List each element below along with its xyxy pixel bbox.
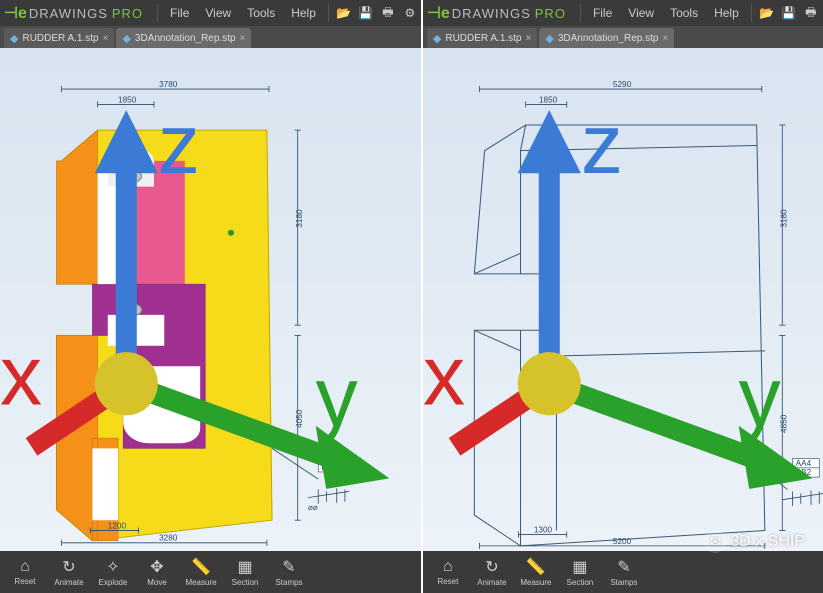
menu-tools[interactable]: Tools [239, 6, 283, 20]
file-icon: ◆ [10, 32, 18, 45]
menu-view[interactable]: View [197, 6, 239, 20]
measure-button[interactable]: 📏Measure [180, 552, 222, 592]
file-icon: ◆ [433, 32, 441, 45]
stamps-button[interactable]: ✎Stamps [603, 552, 645, 592]
home-icon: ⌂ [20, 558, 30, 576]
section-button[interactable]: ▦Section [224, 552, 266, 592]
tab-label: RUDDER A.1.stp [22, 33, 98, 44]
menu-help[interactable]: Help [706, 6, 747, 20]
svg-text:z: z [581, 97, 623, 191]
animate-button[interactable]: ↻Animate [48, 552, 90, 592]
bottom-toolbar: ⌂Reset ↻Animate 📏Measure ▦Section ✎Stamp… [423, 551, 823, 593]
logo-icon: ⊣e [4, 3, 27, 23]
stamps-button[interactable]: ✎Stamps [268, 552, 310, 592]
file-icon: ◆ [545, 32, 553, 45]
stamps-icon: ✎ [282, 557, 295, 577]
separator [580, 4, 581, 22]
viewport-right[interactable]: 1850 5290 3180 4850 1300 5200 AA4 BB2 [423, 48, 823, 551]
axis-triad: z y x [423, 48, 823, 551]
logo-text: DRAWINGS [29, 6, 108, 21]
measure-button[interactable]: 📏Measure [515, 552, 557, 592]
tab-bar: ◆ RUDDER A.1.stp × ◆ 3DAnnotation_Rep.st… [423, 26, 823, 48]
close-icon[interactable]: × [240, 33, 246, 44]
menu-tools[interactable]: Tools [662, 6, 706, 20]
watermark: ✉ 3D x SHIP [704, 531, 805, 553]
tab-3dannotation[interactable]: ◆ 3DAnnotation_Rep.stp × [116, 28, 251, 48]
watermark-text: 3D x SHIP [730, 533, 805, 551]
tab-rudder[interactable]: ◆ RUDDER A.1.stp × [4, 28, 114, 48]
tab-label: RUDDER A.1.stp [445, 33, 521, 44]
animate-icon: ↻ [62, 557, 75, 577]
file-icon: ◆ [122, 32, 130, 45]
print-icon[interactable]: 🖶 [800, 2, 822, 24]
tab-rudder[interactable]: ◆ RUDDER A.1.stp × [427, 28, 537, 48]
move-icon: ✥ [150, 557, 163, 577]
measure-icon: 📏 [526, 557, 546, 577]
viewport-left[interactable]: 1850 3780 3180 4050 1200 3280 AA4 BB2 ⌀⌀ [0, 48, 421, 551]
save-icon[interactable]: 💾 [778, 2, 800, 24]
tab-bar: ◆ RUDDER A.1.stp × ◆ 3DAnnotation_Rep.st… [0, 26, 421, 48]
menu-file[interactable]: File [585, 6, 620, 20]
logo-icon: ⊣e [427, 3, 450, 23]
section-button[interactable]: ▦Section [559, 552, 601, 592]
print-icon[interactable]: 🖶 [377, 2, 399, 24]
close-icon[interactable]: × [662, 33, 668, 44]
wechat-icon: ✉ [704, 531, 726, 553]
explode-icon: ✧ [106, 557, 119, 577]
menu-view[interactable]: View [620, 6, 662, 20]
open-icon[interactable]: 📂 [333, 2, 355, 24]
menu-bar: ⊣e DRAWINGS PRO File View Tools Help 📂 💾… [0, 0, 421, 26]
svg-text:y: y [316, 350, 358, 444]
animate-button[interactable]: ↻Animate [471, 552, 513, 592]
section-icon: ▦ [572, 557, 587, 577]
explode-button[interactable]: ✧Explode [92, 552, 134, 592]
svg-text:z: z [158, 97, 200, 191]
section-icon: ▦ [237, 557, 252, 577]
settings-icon[interactable]: ⚙ [399, 2, 421, 24]
logo-pro: PRO [535, 6, 566, 21]
stamps-icon: ✎ [617, 557, 630, 577]
axis-triad: z y x [0, 48, 421, 551]
logo-pro: PRO [112, 6, 143, 21]
logo-text: DRAWINGS [452, 6, 531, 21]
move-button[interactable]: ✥Move [136, 552, 178, 592]
menu-file[interactable]: File [162, 6, 197, 20]
svg-text:y: y [739, 350, 781, 444]
bottom-toolbar: ⌂Reset ↻Animate ✧Explode ✥Move 📏Measure … [0, 551, 421, 593]
reset-button[interactable]: ⌂Reset [4, 552, 46, 592]
save-icon[interactable]: 💾 [355, 2, 377, 24]
separator [157, 4, 158, 22]
menu-bar: ⊣e DRAWINGS PRO File View Tools Help 📂 💾… [423, 0, 823, 26]
reset-button[interactable]: ⌂Reset [427, 552, 469, 592]
menu-help[interactable]: Help [283, 6, 324, 20]
measure-icon: 📏 [191, 557, 211, 577]
tab-3dannotation[interactable]: ◆ 3DAnnotation_Rep.stp × [539, 28, 674, 48]
close-icon[interactable]: × [526, 33, 532, 44]
separator [751, 4, 752, 22]
home-icon: ⌂ [443, 558, 453, 576]
open-icon[interactable]: 📂 [756, 2, 778, 24]
tab-label: 3DAnnotation_Rep.stp [135, 33, 236, 44]
animate-icon: ↻ [485, 557, 498, 577]
svg-text:x: x [0, 329, 42, 423]
svg-text:x: x [423, 329, 465, 423]
tab-label: 3DAnnotation_Rep.stp [558, 33, 659, 44]
close-icon[interactable]: × [103, 33, 109, 44]
separator [328, 4, 329, 22]
